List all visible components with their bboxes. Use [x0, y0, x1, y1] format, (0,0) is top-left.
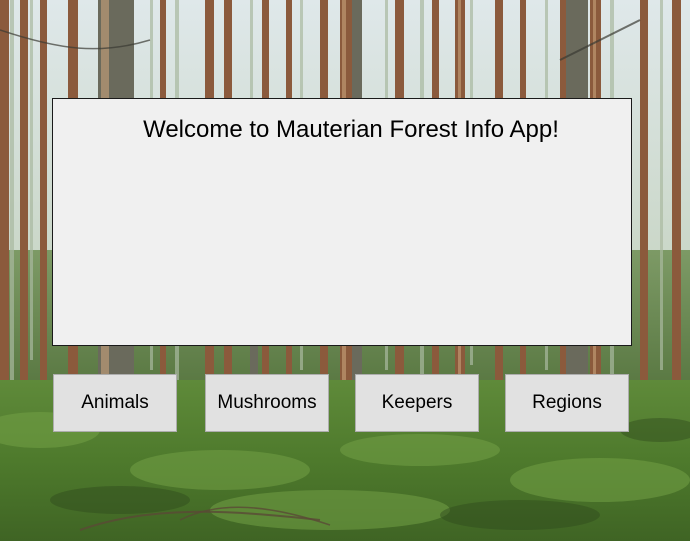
welcome-title: Welcome to Mauterian Forest Info App!	[143, 116, 559, 143]
welcome-panel: Welcome to Mauterian Forest Info App!	[52, 98, 632, 346]
animals-button[interactable]: Animals	[53, 374, 177, 432]
keepers-button[interactable]: Keepers	[355, 374, 479, 432]
regions-button[interactable]: Regions	[505, 374, 629, 432]
mushrooms-button[interactable]: Mushrooms	[205, 374, 329, 432]
